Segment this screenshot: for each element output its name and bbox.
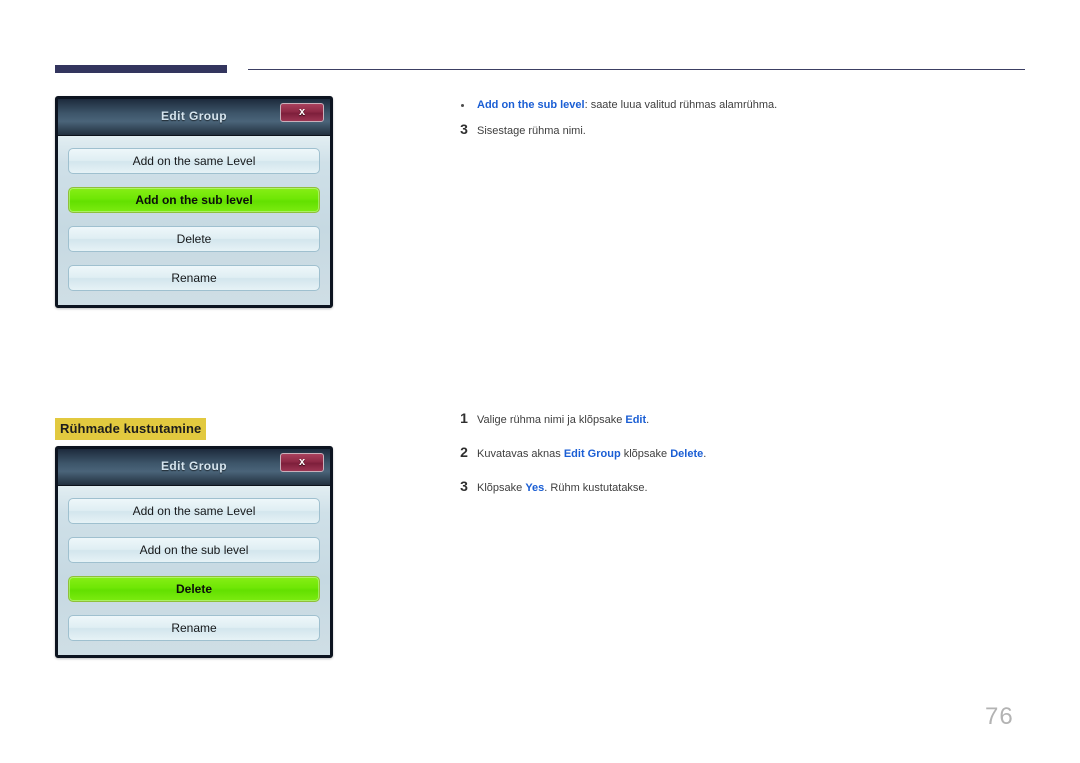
step-text: Sisestage rühma nimi. (477, 125, 586, 137)
header-rule-thin-line (248, 69, 1025, 70)
bullet-dot-icon (461, 104, 464, 107)
step-item: 2 Kuvatavas aknas Edit Group klõpsake De… (455, 444, 1015, 462)
dialog-titlebar: Edit Group x (58, 99, 330, 136)
bullet-item: Add on the sub level: saate luua valitud… (455, 98, 1015, 113)
button-rename[interactable]: Rename (68, 265, 320, 291)
button-add-on-the-sub-level[interactable]: Add on the sub level (68, 537, 320, 563)
section-heading: Rühmade kustutamine (55, 418, 207, 440)
close-icon[interactable]: x (280, 453, 324, 472)
step-number: 3 (460, 121, 468, 137)
step-text-pre: Kuvatavas aknas (477, 448, 564, 460)
page-number: 76 (985, 703, 1014, 730)
button-delete[interactable]: Delete (68, 576, 320, 602)
button-delete[interactable]: Delete (68, 226, 320, 252)
edit-group-dialog-1: Edit Group x Add on the same Level Add o… (55, 96, 333, 308)
button-add-on-the-same-level[interactable]: Add on the same Level (68, 498, 320, 524)
edit-group-dialog-2: Edit Group x Add on the same Level Add o… (55, 446, 333, 658)
step-number: 3 (460, 478, 468, 494)
button-add-on-the-same-level[interactable]: Add on the same Level (68, 148, 320, 174)
step-number: 1 (460, 410, 468, 426)
step-text-mid: klõpsake (620, 448, 671, 460)
step-keyword-2: Delete (670, 448, 704, 460)
step-text-mid: . Rühm kustutatakse. (544, 482, 648, 494)
step-item: 3 Sisestage rühma nimi. (455, 121, 1015, 139)
dialog-titlebar: Edit Group x (58, 449, 330, 486)
button-rename[interactable]: Rename (68, 615, 320, 641)
step-keyword-1: Yes (525, 482, 545, 494)
instructions-top: Add on the sub level: saate luua valitud… (455, 98, 1015, 158)
bullet-text: : saate luua valitud rühmas alamrühma. (584, 99, 778, 111)
step-number: 2 (460, 444, 468, 460)
step-item: 3 Klõpsake Yes. Rühm kustutatakse. (455, 478, 1015, 496)
header-rule (55, 65, 1025, 75)
step-item: 1 Valige rühma nimi ja klõpsake Edit. (455, 410, 1015, 428)
dialog-body: Add on the same Level Add on the sub lev… (58, 486, 330, 655)
step-text-pre: Klõpsake (477, 482, 526, 494)
button-add-on-the-sub-level[interactable]: Add on the sub level (68, 187, 320, 213)
step-text-mid: . (646, 414, 650, 426)
instructions-bottom: 1 Valige rühma nimi ja klõpsake Edit. 2 … (455, 410, 1015, 515)
step-keyword-1: Edit Group (563, 448, 621, 460)
step-text-pre: Valige rühma nimi ja klõpsake (477, 414, 626, 426)
dialog-body: Add on the same Level Add on the sub lev… (58, 136, 330, 305)
step-text-post: . (703, 448, 707, 460)
header-rule-thick-bar (55, 65, 227, 73)
step-keyword-1: Edit (625, 414, 647, 426)
close-icon[interactable]: x (280, 103, 324, 122)
bullet-keyword: Add on the sub level (477, 99, 585, 111)
